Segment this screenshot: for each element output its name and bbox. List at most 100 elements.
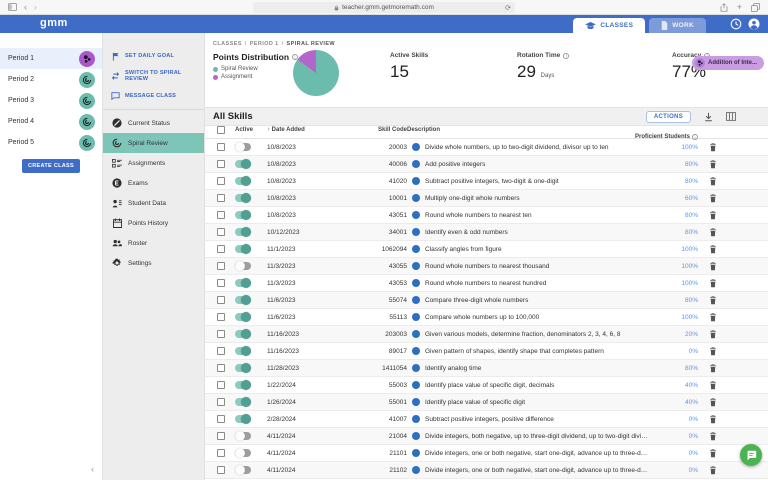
chat-fab[interactable] [740, 444, 762, 466]
tab-work[interactable]: WORK [649, 18, 706, 33]
nav-item-points-history[interactable]: Points History [103, 213, 204, 233]
active-toggle[interactable] [235, 398, 251, 406]
trash-icon[interactable] [709, 177, 717, 186]
new-tab-icon[interactable]: + [737, 3, 742, 12]
trash-icon[interactable] [709, 347, 717, 356]
proficient-students-link[interactable]: 100% [681, 144, 698, 151]
actions-button[interactable]: ACTIONS [646, 111, 691, 123]
row-checkbox[interactable] [217, 245, 225, 253]
active-toggle[interactable] [235, 211, 251, 219]
proficient-students-link[interactable]: 100% [681, 314, 698, 321]
sidebar-item-period-1[interactable]: Period 1 [0, 48, 102, 69]
trash-icon[interactable] [709, 296, 717, 305]
share-icon[interactable] [720, 3, 728, 12]
row-checkbox[interactable] [217, 313, 225, 321]
create-class-button[interactable]: CREATE CLASS [22, 159, 80, 173]
current-skill-badge[interactable]: Addition of Inte... [692, 56, 764, 70]
trash-icon[interactable] [709, 228, 717, 237]
proficient-students-link[interactable]: 80% [685, 178, 698, 185]
back-button[interactable]: ‹ [24, 3, 27, 12]
row-checkbox[interactable] [217, 364, 225, 372]
active-toggle[interactable] [235, 262, 251, 270]
proficient-students-link[interactable]: 0% [689, 416, 698, 423]
proficient-students-link[interactable]: 40% [685, 399, 698, 406]
trash-icon[interactable] [709, 449, 717, 458]
row-checkbox[interactable] [217, 449, 225, 457]
trash-icon[interactable] [709, 415, 717, 424]
sidebar-toggle-icon[interactable] [8, 3, 17, 11]
tab-classes[interactable]: CLASSES [573, 18, 645, 33]
nav-item-spiral-review[interactable]: Spiral Review [103, 133, 204, 153]
proficient-students-link[interactable]: 40% [685, 382, 698, 389]
sidebar-item-period-3[interactable]: Period 3 [0, 90, 102, 111]
trash-icon[interactable] [709, 279, 717, 288]
row-checkbox[interactable] [217, 262, 225, 270]
sidebar-item-period-2[interactable]: Period 2 [0, 69, 102, 90]
proficient-students-link[interactable]: 100% [681, 246, 698, 253]
trash-icon[interactable] [709, 364, 717, 373]
nav-item-student-data[interactable]: Student Data [103, 193, 204, 213]
row-checkbox[interactable] [217, 381, 225, 389]
info-icon[interactable]: i [563, 53, 569, 59]
nav-item-assignments[interactable]: Assignments [103, 153, 204, 173]
proficient-students-link[interactable]: 80% [685, 212, 698, 219]
row-checkbox[interactable] [217, 432, 225, 440]
row-checkbox[interactable] [217, 177, 225, 185]
active-toggle[interactable] [235, 347, 251, 355]
address-bar[interactable]: teacher.gmm.getmoremath.com ⟳ [253, 2, 515, 13]
trash-icon[interactable] [709, 330, 717, 339]
sidebar-item-period-4[interactable]: Period 4 [0, 111, 102, 132]
nav-item-settings[interactable]: Settings [103, 253, 204, 273]
proficient-students-link[interactable]: 80% [685, 365, 698, 372]
forward-button[interactable]: › [34, 3, 37, 12]
active-toggle[interactable] [235, 245, 251, 253]
recent-activity-icon[interactable] [730, 18, 742, 30]
active-toggle[interactable] [235, 228, 251, 236]
download-icon[interactable] [704, 112, 713, 122]
row-checkbox[interactable] [217, 347, 225, 355]
nav-item-exams[interactable]: Exams [103, 173, 204, 193]
reload-icon[interactable]: ⟳ [505, 4, 511, 12]
active-toggle[interactable] [235, 194, 251, 202]
active-toggle[interactable] [235, 381, 251, 389]
quick-action-set-daily-goal[interactable]: SET DAILY GOAL [103, 46, 204, 66]
proficient-students-link[interactable]: 0% [689, 467, 698, 474]
tabs-overview-icon[interactable] [751, 3, 760, 12]
active-toggle[interactable] [235, 330, 251, 338]
trash-icon[interactable] [709, 313, 717, 322]
active-toggle[interactable] [235, 313, 251, 321]
row-checkbox[interactable] [217, 279, 225, 287]
trash-icon[interactable] [709, 398, 717, 407]
account-icon[interactable] [748, 18, 760, 30]
col-date-added[interactable]: ↑ Date Added [267, 127, 352, 133]
proficient-students-link[interactable]: 20% [685, 331, 698, 338]
active-toggle[interactable] [235, 432, 251, 440]
select-all-checkbox[interactable] [217, 126, 225, 134]
nav-item-current-status[interactable]: Current Status [103, 113, 204, 133]
trash-icon[interactable] [709, 143, 717, 152]
active-toggle[interactable] [235, 296, 251, 304]
row-checkbox[interactable] [217, 160, 225, 168]
trash-icon[interactable] [709, 381, 717, 390]
trash-icon[interactable] [709, 432, 717, 441]
proficient-students-link[interactable]: 80% [685, 161, 698, 168]
active-toggle[interactable] [235, 449, 251, 457]
row-checkbox[interactable] [217, 330, 225, 338]
quick-action-message-class[interactable]: MESSAGE CLASS [103, 86, 204, 106]
trash-icon[interactable] [709, 466, 717, 475]
trash-icon[interactable] [709, 245, 717, 254]
breadcrumb[interactable]: CLASSES/PERIOD 1/SPIRAL REVIEW [205, 33, 768, 47]
proficient-students-link[interactable]: 80% [685, 229, 698, 236]
row-checkbox[interactable] [217, 143, 225, 151]
proficient-students-link[interactable]: 100% [681, 263, 698, 270]
trash-icon[interactable] [709, 160, 717, 169]
active-toggle[interactable] [235, 364, 251, 372]
proficient-students-link[interactable]: 0% [689, 450, 698, 457]
sidebar-item-period-5[interactable]: Period 5 [0, 132, 102, 153]
proficient-students-link[interactable]: 80% [685, 297, 698, 304]
active-toggle[interactable] [235, 466, 251, 474]
proficient-students-link[interactable]: 0% [689, 433, 698, 440]
active-toggle[interactable] [235, 415, 251, 423]
proficient-students-link[interactable]: 100% [681, 280, 698, 287]
row-checkbox[interactable] [217, 194, 225, 202]
